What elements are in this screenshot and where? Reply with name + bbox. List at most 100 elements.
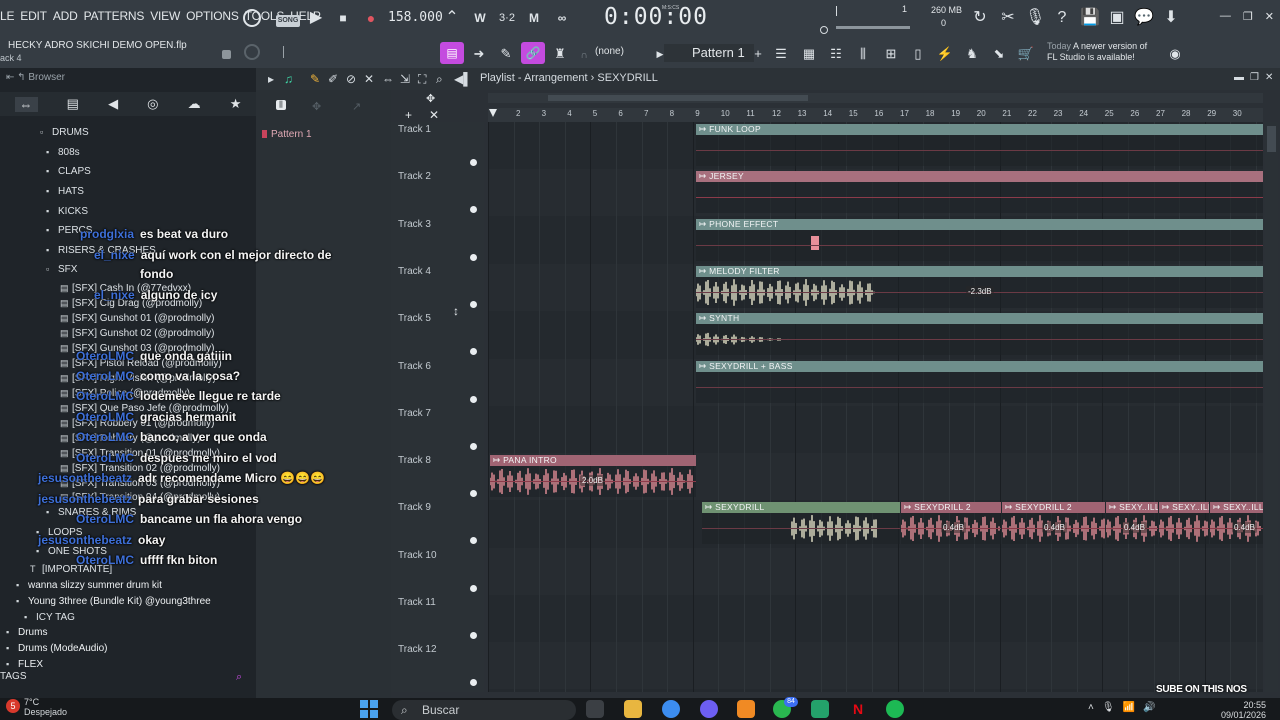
menu-patterns[interactable]: PATTERNS (84, 9, 145, 23)
step-edit-icon[interactable]: M (524, 8, 544, 28)
browser-item[interactable]: ▤ [SFX] Gunshot 01 (@prodmolly) (60, 313, 214, 324)
horizontal-scrollbar[interactable] (488, 93, 1263, 103)
mixer-slider[interactable] (283, 46, 284, 58)
file-explorer-icon[interactable] (624, 700, 642, 718)
terminal-app-icon[interactable] (586, 700, 604, 718)
browser-item[interactable]: ▪ Drums (ModeAudio) (6, 643, 107, 654)
browser-item[interactable]: ▪ ICY TAG (24, 612, 75, 623)
vertical-scrollbar[interactable] (1265, 122, 1278, 692)
refresh-icon[interactable]: ↻ (970, 8, 990, 28)
paint-tool-icon[interactable]: ✐ (328, 72, 338, 86)
playlist-clip[interactable]: ↦ SEXYDRILL + BASS (696, 360, 1263, 403)
chat-username[interactable]: OteroLMC (76, 410, 134, 424)
playlist-window-controls[interactable]: ▬❐✕ (1234, 72, 1279, 83)
browser-cloud-icon[interactable]: ☁ (188, 96, 201, 112)
notification-badge[interactable]: 5 (6, 699, 20, 713)
master-volume-slider[interactable] (836, 26, 910, 29)
chat-username[interactable]: OteroLMC (76, 430, 134, 444)
clip-title[interactable]: ↦ SEXY..ILL 2 (1106, 502, 1158, 514)
scissors-icon[interactable]: ✂ (998, 8, 1018, 28)
playlist-clip[interactable]: ↦ SYNTH (696, 313, 1263, 356)
browser-item[interactable]: ▪ KICKS (46, 206, 88, 217)
spotify-icon[interactable] (886, 700, 904, 718)
stop-icon[interactable]: ■ (333, 8, 353, 28)
browser-files-icon[interactable]: ▤ (67, 96, 79, 112)
download-icon[interactable]: ⬇ (1161, 8, 1181, 28)
chat-username[interactable]: jesusonthebeatz (38, 533, 132, 547)
playlist-clip[interactable]: ↦ SEXY..ILL 2 0.4dB (1106, 502, 1158, 545)
wait-icon[interactable]: W (470, 8, 490, 28)
playhead-marker[interactable] (489, 109, 497, 117)
headphones-icon[interactable]: ♫ (284, 72, 293, 86)
windows-start-icon[interactable] (360, 700, 378, 718)
track-lane[interactable] (488, 547, 1263, 595)
fl-logo-icon[interactable]: ◉ (1165, 44, 1185, 64)
track-name[interactable]: Track 11 (398, 597, 436, 608)
menu-options[interactable]: OPTIONS (186, 9, 239, 23)
chat-username[interactable]: el_nixe (94, 288, 135, 302)
track-name[interactable]: Track 6 (398, 361, 431, 372)
clock[interactable]: 20:55 09/01/2026 (1221, 700, 1266, 720)
chat-username[interactable]: OteroLMC (76, 369, 134, 383)
pencil-icon[interactable]: ✎ (496, 44, 516, 64)
draw-tool-icon[interactable]: ✎ (310, 72, 320, 86)
playlist-grid[interactable]: ↦ FUNK LOOP ↦ JERSEY ↦ PHONE EFFECT ↦ MELOD… (488, 122, 1263, 692)
clip-title[interactable]: ↦ SEXY..ILL (1210, 502, 1263, 514)
browser-item[interactable]: ▪ HATS (46, 186, 84, 197)
track-name[interactable]: Track 12 (398, 644, 437, 655)
track-name[interactable]: Track 7 (398, 408, 431, 419)
chrome-icon[interactable] (662, 700, 680, 718)
track-name[interactable]: Track 8 (398, 455, 431, 466)
clip-title[interactable]: ↦ SEXYDRILL 2 (1002, 502, 1105, 514)
track-mute-dot[interactable] (470, 442, 477, 450)
playlist-clip[interactable]: ↦ SEXY..ILL 0.4dB (1210, 502, 1263, 545)
chat-username[interactable]: OteroLMC (76, 349, 134, 363)
channel-rack-icon[interactable]: ☷ (826, 44, 846, 64)
render-icon[interactable]: ▣ (1107, 8, 1127, 28)
playlist-clip[interactable]: ↦ PHONE EFFECT (696, 218, 1263, 261)
track-mute-dot[interactable] (470, 584, 477, 592)
add-track-icon[interactable]: + (405, 108, 412, 122)
netflix-icon[interactable]: N (849, 700, 867, 718)
browser-item[interactable]: ▪ Drums (6, 627, 47, 638)
piano-icon[interactable]: ⫼ (276, 100, 286, 110)
help-icon[interactable]: ? (1052, 8, 1072, 28)
piano-roll-icon[interactable]: ▦ (799, 44, 819, 64)
plug-icon[interactable]: ⚡ (935, 44, 955, 64)
browser-item[interactable]: ▤ [SFX] Gunshot 02 (@prodmolly) (60, 328, 214, 339)
track-name[interactable]: Track 10 (398, 550, 437, 561)
track-name[interactable]: Track 9 (398, 502, 431, 513)
mixer-icon[interactable]: ⫼ (853, 44, 873, 64)
volume-knob-icon[interactable] (820, 26, 828, 34)
tag-icon[interactable]: ⬊ (989, 44, 1009, 64)
mute-tool-icon[interactable]: ✕ (364, 72, 374, 86)
chat-username[interactable]: jesusonthebeatz (38, 471, 132, 485)
time-ruler[interactable]: 2 3 4 5 6 7 8 9 10 11 12 13 14 15 16 17 18 19 20 21 22 23 24 25… (488, 108, 1263, 122)
chat-username[interactable]: OteroLMC (76, 389, 134, 403)
browser-tags[interactable]: TAGS (0, 671, 26, 682)
track-mute-dot[interactable] (470, 300, 477, 308)
chat-username[interactable]: OteroLMC (76, 512, 134, 526)
arrangement-name[interactable]: SEXYDRILL (597, 72, 658, 84)
track-mute-dot[interactable] (470, 632, 477, 639)
weather-widget[interactable]: 7°C Despejado (24, 697, 67, 717)
move-all-icon[interactable]: ✥ (426, 92, 435, 105)
save-icon[interactable]: 💾 (1080, 8, 1100, 28)
track-lane[interactable] (488, 406, 1263, 453)
fl-studio-taskbar-icon[interactable] (737, 700, 755, 718)
pattern-item[interactable]: Pattern 1 (262, 129, 312, 140)
clip-title[interactable]: ↦ PANA INTRO (490, 455, 696, 467)
browser-item[interactable]: ▪ FLEX (6, 659, 43, 670)
track-lane[interactable] (488, 595, 1263, 642)
close-icon[interactable]: ✕ (1265, 10, 1274, 23)
add-pattern-icon[interactable]: + (748, 44, 768, 64)
playlist-clip[interactable]: ↦ PANA INTRO 2.0dB (490, 455, 696, 498)
file-icon[interactable]: ▯ (908, 44, 928, 64)
browser-speaker-icon[interactable]: ◀ (108, 96, 118, 112)
maximize-icon[interactable]: ❐ (1243, 10, 1253, 23)
playlist-arrow-icon[interactable]: ▸ (268, 72, 274, 86)
play-icon[interactable]: ▶ (306, 8, 326, 28)
clip-title[interactable]: ↦ SEXY..ILL (1159, 502, 1209, 514)
app-icon[interactable] (811, 700, 829, 718)
pattern-selector[interactable]: Pattern 1 (664, 44, 754, 62)
